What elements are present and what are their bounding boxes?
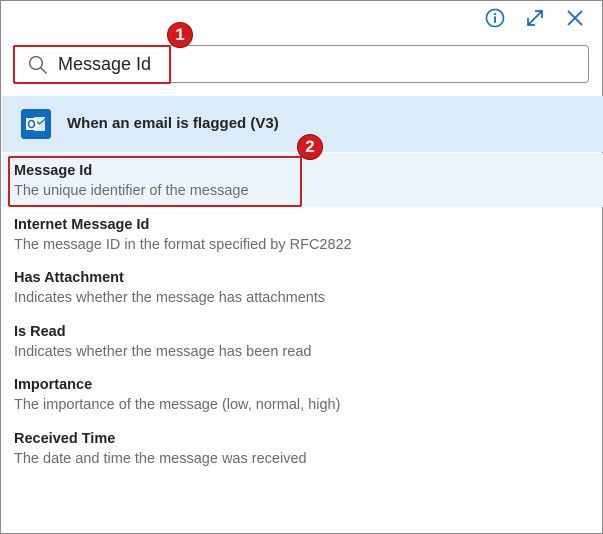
item-title: Received Time: [14, 430, 116, 447]
item-description: The message ID in the format specified b…: [14, 236, 352, 253]
panel-toolbar: [1, 1, 602, 37]
list-item-message-id[interactable]: Message Id The unique identifier of the …: [2, 153, 603, 207]
list-item-internet-message-id[interactable]: Internet Message Id The message ID in th…: [2, 207, 603, 261]
list-item-has-attachment[interactable]: Has Attachment Indicates whether the mes…: [2, 260, 603, 314]
search-icon: [28, 55, 48, 75]
search-box[interactable]: [13, 45, 589, 83]
info-icon[interactable]: [484, 7, 506, 29]
search-input[interactable]: [58, 46, 578, 82]
item-description: The importance of the message (low, norm…: [14, 397, 341, 413]
item-title: Has Attachment: [14, 270, 124, 286]
item-title: Importance: [14, 377, 93, 393]
item-title: Message Id: [14, 163, 93, 179]
list-item-received-time[interactable]: Received Time The date and time the mess…: [2, 421, 603, 475]
item-description: Indicates whether the message has been r…: [14, 343, 312, 360]
annotation-badge-2: 2: [297, 134, 323, 160]
item-title: Internet Message Id: [14, 216, 150, 233]
item-title: Is Read: [14, 323, 66, 340]
dynamic-content-list: Message Id The unique identifier of the …: [2, 153, 603, 474]
list-item-is-read[interactable]: Is Read Indicates whether the message ha…: [2, 314, 603, 368]
dynamic-content-panel: When an email is flagged (V3) Message Id…: [0, 0, 603, 534]
list-item-importance[interactable]: Importance The importance of the message…: [2, 367, 603, 421]
item-description: The date and time the message was receiv…: [14, 450, 307, 467]
item-description: Indicates whether the message has attach…: [14, 290, 326, 306]
expand-icon[interactable]: [524, 7, 546, 29]
item-description: The unique identifier of the message: [14, 183, 249, 199]
close-icon[interactable]: [564, 7, 586, 29]
outlook-icon: [21, 109, 51, 139]
section-title: When an email is flagged (V3): [67, 115, 279, 132]
annotation-badge-1: 1: [167, 22, 193, 48]
